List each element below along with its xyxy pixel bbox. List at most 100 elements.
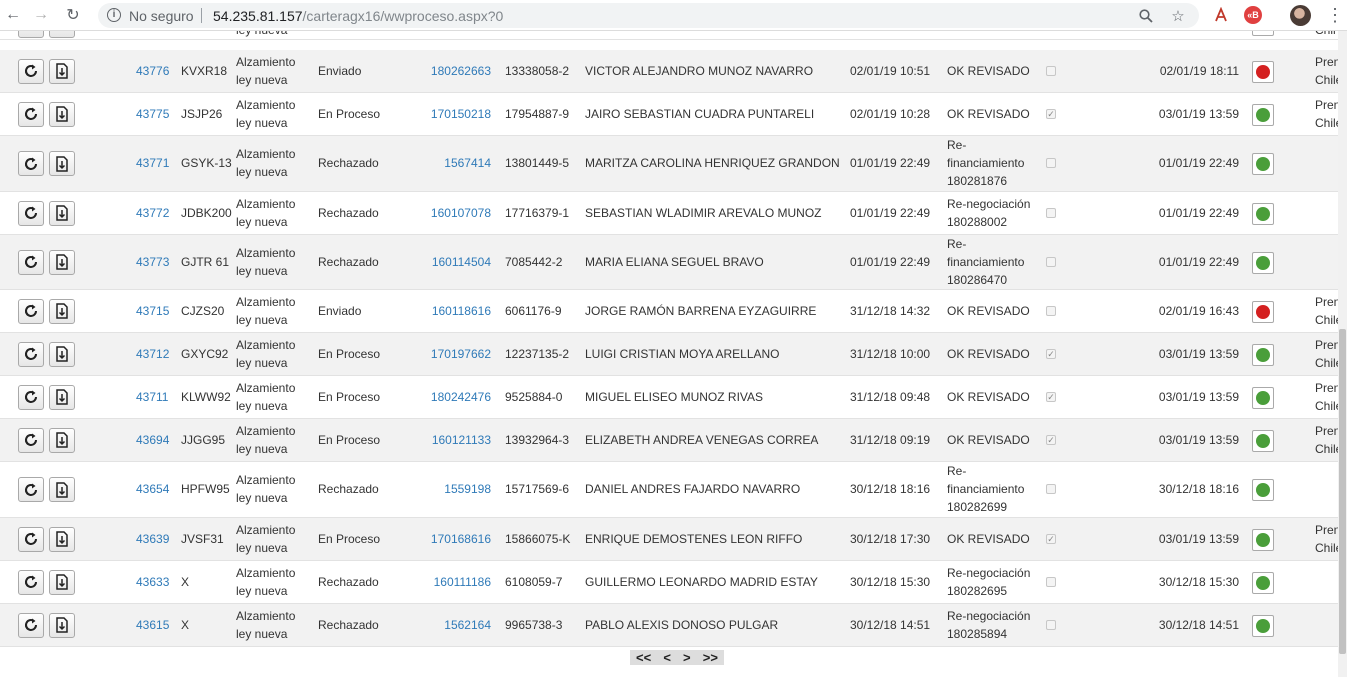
revisado-checkbox[interactable] <box>1046 576 1056 587</box>
patente-cell: GXYC92 <box>181 346 229 361</box>
revisado-checkbox[interactable] <box>1046 207 1056 218</box>
refresh-button[interactable] <box>18 427 44 453</box>
pdf-extension-icon[interactable] <box>1212 6 1230 24</box>
document-button[interactable] <box>49 151 75 176</box>
revisado-checkbox[interactable] <box>1046 484 1056 494</box>
proceso-id-link[interactable]: 43775 <box>136 105 169 123</box>
observacion-cell: Re-financiamiento 180282699 <box>947 462 1024 516</box>
document-button[interactable] <box>49 341 75 367</box>
revisado-checkbox[interactable]: ✓ <box>1046 108 1056 119</box>
document-button[interactable] <box>49 298 75 324</box>
document-button[interactable] <box>49 101 75 127</box>
refresh-button[interactable] <box>18 200 44 226</box>
proceso-id-link[interactable]: 43772 <box>136 204 169 222</box>
proceso-id-link[interactable]: 43712 <box>136 345 169 363</box>
observacion-line: OK REVISADO <box>947 303 1030 318</box>
proceso-id-link[interactable]: 43633 <box>136 573 169 591</box>
refresh-button[interactable] <box>18 477 44 502</box>
proceso-id-link[interactable]: 43694 <box>136 431 169 449</box>
refresh-button[interactable] <box>18 31 44 38</box>
scrollbar[interactable] <box>1338 31 1347 677</box>
revisado-checkbox[interactable]: ✓ <box>1046 391 1056 402</box>
document-download-icon <box>56 63 68 79</box>
proceso-id-link[interactable]: 43654 <box>136 480 169 498</box>
address-bar[interactable]: i No seguro 54.235.81.157/carteragx16/ww… <box>98 3 1199 28</box>
refresh-button[interactable] <box>18 101 44 127</box>
tipo-cell: Alzamiento ley nueva <box>236 471 295 507</box>
proceso-id-link[interactable]: 43715 <box>136 302 169 320</box>
operacion-link[interactable]: 180262663 <box>431 62 491 80</box>
operacion-link[interactable]: 160114504 <box>432 253 491 271</box>
revisado-checkbox[interactable]: ✓ <box>1046 434 1056 445</box>
document-button[interactable] <box>49 569 75 595</box>
operacion-link[interactable]: 160121133 <box>432 431 491 449</box>
proceso-id-link[interactable]: 43771 <box>136 154 169 172</box>
refresh-button[interactable] <box>18 58 44 84</box>
pager-first-button[interactable]: << <box>636 651 651 664</box>
url-text[interactable]: 54.235.81.157/carteragx16/wwproceso.aspx… <box>213 8 503 24</box>
reload-icon[interactable]: ↻ <box>62 4 84 26</box>
document-button[interactable] <box>49 526 75 552</box>
table-row-partial: ley nueva Chil <box>0 31 1338 40</box>
document-button[interactable] <box>49 384 75 410</box>
refresh-button[interactable] <box>18 384 44 410</box>
operacion-link[interactable]: 170197662 <box>431 345 491 363</box>
revisado-checkbox[interactable]: ✓ <box>1046 348 1056 359</box>
document-button[interactable] <box>49 427 75 453</box>
operacion-link[interactable]: 160111186 <box>434 573 491 591</box>
back-arrow-icon[interactable]: ← <box>2 4 24 26</box>
proceso-id-link[interactable]: 43776 <box>136 62 169 80</box>
revisado-checkbox[interactable] <box>1046 619 1056 630</box>
revisado-checkbox[interactable]: ✓ <box>1046 533 1056 544</box>
info-icon[interactable]: i <box>107 8 121 22</box>
refresh-button[interactable] <box>18 612 44 638</box>
proceso-id-link[interactable]: 43639 <box>136 530 169 548</box>
ad-block-extension-icon[interactable]: «B <box>1244 6 1262 24</box>
operacion-link[interactable]: 160107078 <box>431 204 491 222</box>
operacion-link[interactable]: 160118616 <box>432 302 491 320</box>
document-button[interactable] <box>49 58 75 84</box>
pager-next-button[interactable]: > <box>683 651 691 664</box>
menu-icon[interactable]: ⋮ <box>1326 6 1344 26</box>
document-button[interactable] <box>49 477 75 502</box>
document-button[interactable] <box>49 612 75 638</box>
forward-arrow-icon[interactable]: → <box>30 4 52 26</box>
patente-cell: HPFW95 <box>181 482 230 496</box>
document-button[interactable] <box>49 249 75 275</box>
operacion-link[interactable]: 1567414 <box>444 154 491 172</box>
refresh-button[interactable] <box>18 298 44 324</box>
proceso-id-link[interactable]: 43615 <box>136 616 169 634</box>
detalle-partial: ley nueva <box>236 31 287 39</box>
document-button[interactable] <box>49 200 75 226</box>
green-status-dot <box>1256 390 1270 405</box>
refresh-button[interactable] <box>18 341 44 367</box>
status-indicator <box>1252 571 1274 594</box>
refresh-button[interactable] <box>18 526 44 552</box>
proceso-id-link[interactable]: 43711 <box>136 388 168 406</box>
fecha-termino-cell: 03/01/19 13:59 <box>1158 106 1239 121</box>
operacion-link[interactable]: 180242476 <box>431 388 491 406</box>
pager-prev-button[interactable]: < <box>663 651 671 664</box>
zoom-icon[interactable] <box>1137 7 1155 25</box>
patente-cell: CJZS20 <box>181 303 225 318</box>
revisado-checkbox[interactable] <box>1046 305 1056 316</box>
pager-last-button[interactable]: >> <box>703 651 718 664</box>
observacion-cell: Re-negociación 180282695 <box>947 564 1030 600</box>
revisado-checkbox[interactable] <box>1046 158 1056 168</box>
document-download-icon <box>56 432 68 448</box>
document-button[interactable] <box>49 31 75 38</box>
refresh-button[interactable] <box>18 151 44 176</box>
operacion-link[interactable]: 1559198 <box>444 480 491 498</box>
star-icon[interactable]: ☆ <box>1169 7 1187 25</box>
revisado-checkbox[interactable] <box>1046 65 1056 76</box>
refresh-button[interactable] <box>18 249 44 275</box>
operacion-link[interactable]: 170150218 <box>431 105 491 123</box>
revisado-checkbox[interactable] <box>1046 256 1056 267</box>
refresh-button[interactable] <box>18 569 44 595</box>
scrollbar-thumb[interactable] <box>1339 329 1346 654</box>
fecha-cell: 01/01/19 22:49 <box>850 156 931 170</box>
operacion-link[interactable]: 170168616 <box>431 530 491 548</box>
proceso-id-link[interactable]: 43773 <box>136 253 169 271</box>
profile-avatar[interactable] <box>1290 5 1311 26</box>
operacion-link[interactable]: 1562164 <box>444 616 491 634</box>
